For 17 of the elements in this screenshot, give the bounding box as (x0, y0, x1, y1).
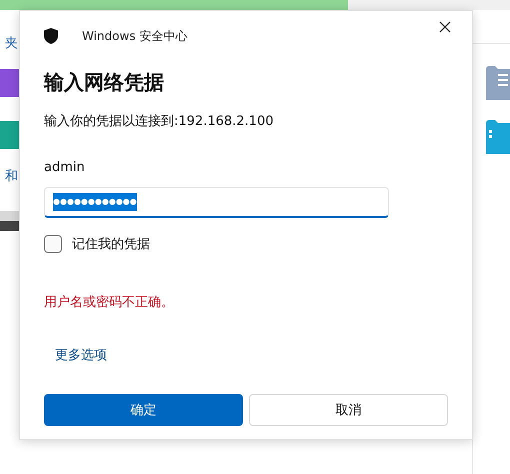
close-button[interactable] (438, 20, 452, 34)
window-title: Windows 安全中心 (82, 28, 188, 44)
folder-label[interactable]: 和 (5, 169, 18, 185)
folder-label[interactable]: 夹 (5, 36, 18, 52)
dialog-heading: 输入网络凭据 (44, 69, 165, 96)
dialog-message: 输入你的凭据以连接到:192.168.2.100 (44, 113, 274, 130)
remember-checkbox[interactable] (44, 235, 62, 253)
document-folder-icon[interactable] (486, 66, 510, 100)
error-message: 用户名或密码不正确。 (44, 294, 175, 311)
checkbox-label: 记住我的凭据 (72, 236, 150, 253)
username-text: admin (44, 160, 86, 175)
password-field[interactable]: ●●●●●●●●●●●● (44, 187, 389, 218)
ok-button[interactable]: 确定 (44, 394, 243, 426)
shield-icon (44, 28, 58, 44)
cancel-button[interactable]: 取消 (249, 394, 448, 426)
folder-icon[interactable] (486, 120, 510, 154)
more-options-link[interactable]: 更多选项 (55, 346, 107, 364)
